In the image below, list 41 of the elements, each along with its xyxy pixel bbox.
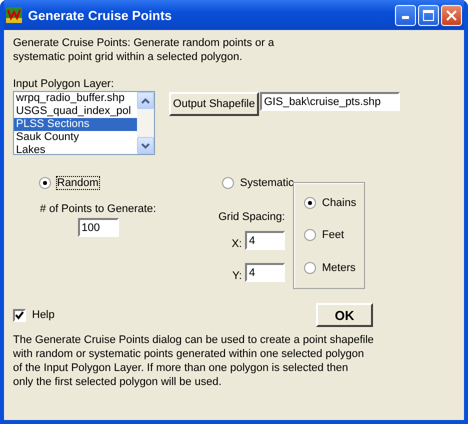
- minimize-button[interactable]: [395, 4, 416, 26]
- field-label: Input Polygon Layer:: [13, 78, 114, 90]
- radio-indicator[interactable]: [304, 197, 316, 210]
- list-item[interactable]: PLSS Sections: [14, 118, 137, 131]
- field-label: X:: [232, 238, 242, 250]
- radio-indicator[interactable]: [222, 177, 234, 189]
- radio-indicator[interactable]: [304, 229, 316, 242]
- radio-button[interactable]: Meters: [304, 262, 364, 274]
- close-button[interactable]: [441, 4, 462, 26]
- help-checkbox[interactable]: Help: [13, 308, 316, 322]
- list-item[interactable]: Sauk County: [14, 131, 137, 144]
- radio-indicator[interactable]: [304, 262, 316, 274]
- maximize-icon: [423, 10, 434, 20]
- close-icon: [446, 10, 457, 20]
- field-label: # of Points to Generate:: [40, 203, 156, 215]
- list-item[interactable]: Lakes: [14, 144, 137, 154]
- intro-text: Generate Cruise Points: Generate random points or a systematic point grid within a selected polygon.: [13, 36, 276, 64]
- chevron-up-icon: [141, 98, 150, 104]
- list-item[interactable]: wrpq_radio_buffer.shp: [14, 92, 137, 105]
- field-label: Grid Spacing:: [218, 211, 285, 223]
- layer-list[interactable]: wrpq_radio_buffer.shp USGS_quad_index_pol PLSS Sections Sauk County Lakes: [13, 91, 155, 155]
- app-icon: [6, 7, 22, 23]
- radio-button[interactable]: Feet: [304, 229, 364, 242]
- scrollbar[interactable]: [137, 92, 154, 154]
- field-label: Y:: [232, 270, 242, 282]
- points-count-field[interactable]: 100: [78, 218, 118, 237]
- list-item[interactable]: USGS_quad_index_pol: [14, 105, 137, 118]
- ok-button[interactable]: OK: [316, 303, 373, 327]
- maximize-button[interactable]: [418, 4, 439, 26]
- checkbox-indicator[interactable]: [13, 308, 26, 322]
- help-text: The Generate Cruise Points dialog can be used to create a point shapefile with random or systematic points generated within one selected polygon of the Input Polygon Layer. If more than one polygon is selected then only the first selected polygon will be used.: [13, 333, 375, 389]
- grid-x-field[interactable]: 4: [245, 231, 285, 250]
- output-shapefile-button[interactable]: Output Shapefile: [169, 92, 259, 116]
- chevron-down-icon: [141, 142, 150, 148]
- window-title: Generate Cruise Points: [28, 8, 173, 22]
- radio-button[interactable]: Random: [39, 177, 199, 189]
- radio-button[interactable]: Systematic: [222, 177, 294, 189]
- grid-y-field[interactable]: 4: [245, 263, 285, 282]
- output-path-field[interactable]: GIS_bak\cruise_pts.shp: [260, 92, 400, 111]
- radio-indicator[interactable]: [39, 177, 51, 189]
- radio-button[interactable]: Chains: [304, 197, 364, 210]
